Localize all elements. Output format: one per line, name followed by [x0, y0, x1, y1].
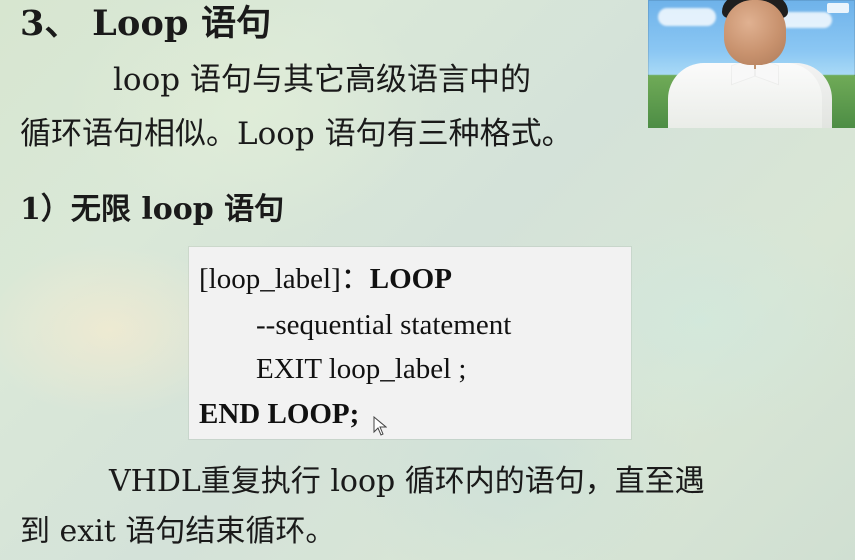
instructor-head — [724, 0, 786, 65]
intro-text-line-2: 循环语句相似。Loop 语句有三种格式。 — [20, 116, 573, 152]
footer-text-line-2: 到 exit 语句结束循环。 — [20, 514, 336, 549]
intro-text-line-1: loop 语句与其它高级语言中的 — [113, 62, 531, 98]
video-logo — [827, 3, 849, 13]
code-line-2: --sequential statement — [256, 309, 512, 341]
code-line-3: EXIT loop_label ; — [256, 353, 467, 385]
section-subheading: 1）无限 loop 语句 — [20, 192, 285, 227]
code-line-4: END LOOP; — [199, 398, 360, 430]
code-example-box: [loop_label]：LOOP --sequential statement… — [189, 247, 631, 439]
slide-title: 3、 Loop 语句 — [20, 3, 272, 44]
lecture-slide: 3、 Loop 语句 loop 语句与其它高级语言中的 循环语句相似。Loop … — [0, 0, 855, 560]
instructor-video-thumbnail — [648, 0, 855, 128]
cloud — [658, 8, 716, 26]
loop-label-prefix: [loop_label]： — [199, 263, 370, 295]
loop-keyword: LOOP — [369, 263, 452, 295]
code-line-1: [loop_label]：LOOP — [199, 257, 452, 301]
footer-text-line-1: VHDL重复执行 loop 循环内的语句，直至遇 — [109, 464, 705, 499]
